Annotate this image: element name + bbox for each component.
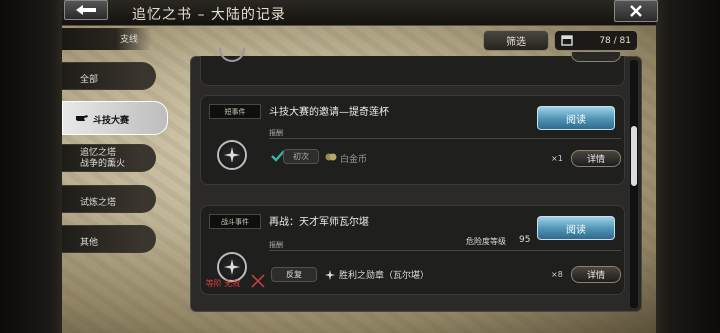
detail-button[interactable]: 详情 bbox=[571, 266, 621, 283]
scrollbar-thumb[interactable] bbox=[631, 126, 637, 186]
reward-quantity: ×1 bbox=[551, 154, 563, 163]
page-title: 追忆之书 – 大陆的记录 bbox=[132, 7, 286, 23]
reward-name: 白金币 bbox=[340, 155, 368, 165]
sidebar-item-memory-tower[interactable]: 追忆之塔 战争的薰火 bbox=[62, 144, 156, 172]
crossed-swords-icon bbox=[251, 274, 265, 288]
back-button[interactable] bbox=[64, 0, 108, 20]
sidebar-item-label: 全部 bbox=[80, 75, 99, 85]
pointing-hand-icon bbox=[76, 115, 88, 121]
reward-type-chip: 反复 bbox=[271, 267, 317, 282]
sidebar-item-label: 其他 bbox=[80, 238, 99, 248]
left-frame bbox=[0, 0, 62, 333]
sidebar-item-label: 试炼之塔 bbox=[80, 198, 117, 208]
reward-label: 报酬 bbox=[269, 241, 283, 249]
collection-count: 78 / 81 bbox=[554, 30, 638, 51]
event-card: 战斗事件 再战：天才军师瓦尔堪 报酬 危险度等级 95 等阶 无效 阅读 反复 … bbox=[200, 205, 625, 295]
close-button[interactable] bbox=[614, 0, 658, 22]
sidebar-item-arena[interactable]: 斗技大赛 bbox=[62, 101, 168, 135]
medal-star-icon bbox=[325, 270, 335, 280]
event-type-badge: 战斗事件 bbox=[209, 214, 261, 229]
divider bbox=[269, 138, 621, 139]
filter-button[interactable]: 筛选 bbox=[483, 30, 549, 51]
detail-button[interactable]: 详情 bbox=[571, 150, 621, 167]
sidebar-item-label: 斗技大赛 bbox=[93, 116, 130, 126]
count-text: 78 / 81 bbox=[599, 36, 631, 46]
event-title: 再战：天才军师瓦尔堪 bbox=[269, 217, 369, 228]
danger-level-value: 95 bbox=[519, 235, 531, 245]
event-title: 斗技大赛的邀请—提奇莲杯 bbox=[269, 107, 389, 118]
divider bbox=[269, 250, 621, 251]
read-button[interactable]: 阅读 bbox=[537, 216, 615, 240]
book-icon bbox=[561, 35, 573, 46]
sidebar-item-other[interactable]: 其他 bbox=[62, 225, 156, 253]
arrow-left-icon bbox=[76, 5, 96, 15]
reward-name: 胜利之勋章（瓦尔堪） bbox=[339, 271, 430, 281]
right-frame bbox=[656, 0, 720, 333]
sidebar-item-all[interactable]: 全部 bbox=[62, 62, 156, 90]
coin-icon bbox=[325, 153, 337, 161]
reward-type-chip: 初次 bbox=[283, 149, 319, 164]
event-type-badge: 短事件 bbox=[209, 104, 261, 119]
rank-invalid-label: 等阶 无效 bbox=[205, 279, 241, 288]
danger-level-label: 危险度等级 bbox=[466, 237, 506, 246]
medal-icon bbox=[217, 140, 247, 170]
event-card: 短事件 斗技大赛的邀请—提奇莲杯 报酬 阅读 初次 白金币 ×1 详情 bbox=[200, 95, 625, 185]
sidebar-item-label: 追忆之塔 战争的薰火 bbox=[80, 148, 126, 169]
event-card-partial bbox=[200, 48, 625, 86]
read-button[interactable]: 阅读 bbox=[537, 106, 615, 130]
reward-label: 报酬 bbox=[269, 129, 283, 137]
branch-label-text: 支线 bbox=[120, 35, 139, 45]
close-x-icon bbox=[630, 5, 642, 17]
branch-label: 支线 bbox=[62, 28, 152, 50]
sidebar-item-trial-tower[interactable]: 试炼之塔 bbox=[62, 185, 156, 213]
medal-icon bbox=[219, 48, 245, 62]
reward-quantity: ×8 bbox=[551, 270, 563, 279]
detail-button-partial[interactable] bbox=[571, 52, 621, 62]
